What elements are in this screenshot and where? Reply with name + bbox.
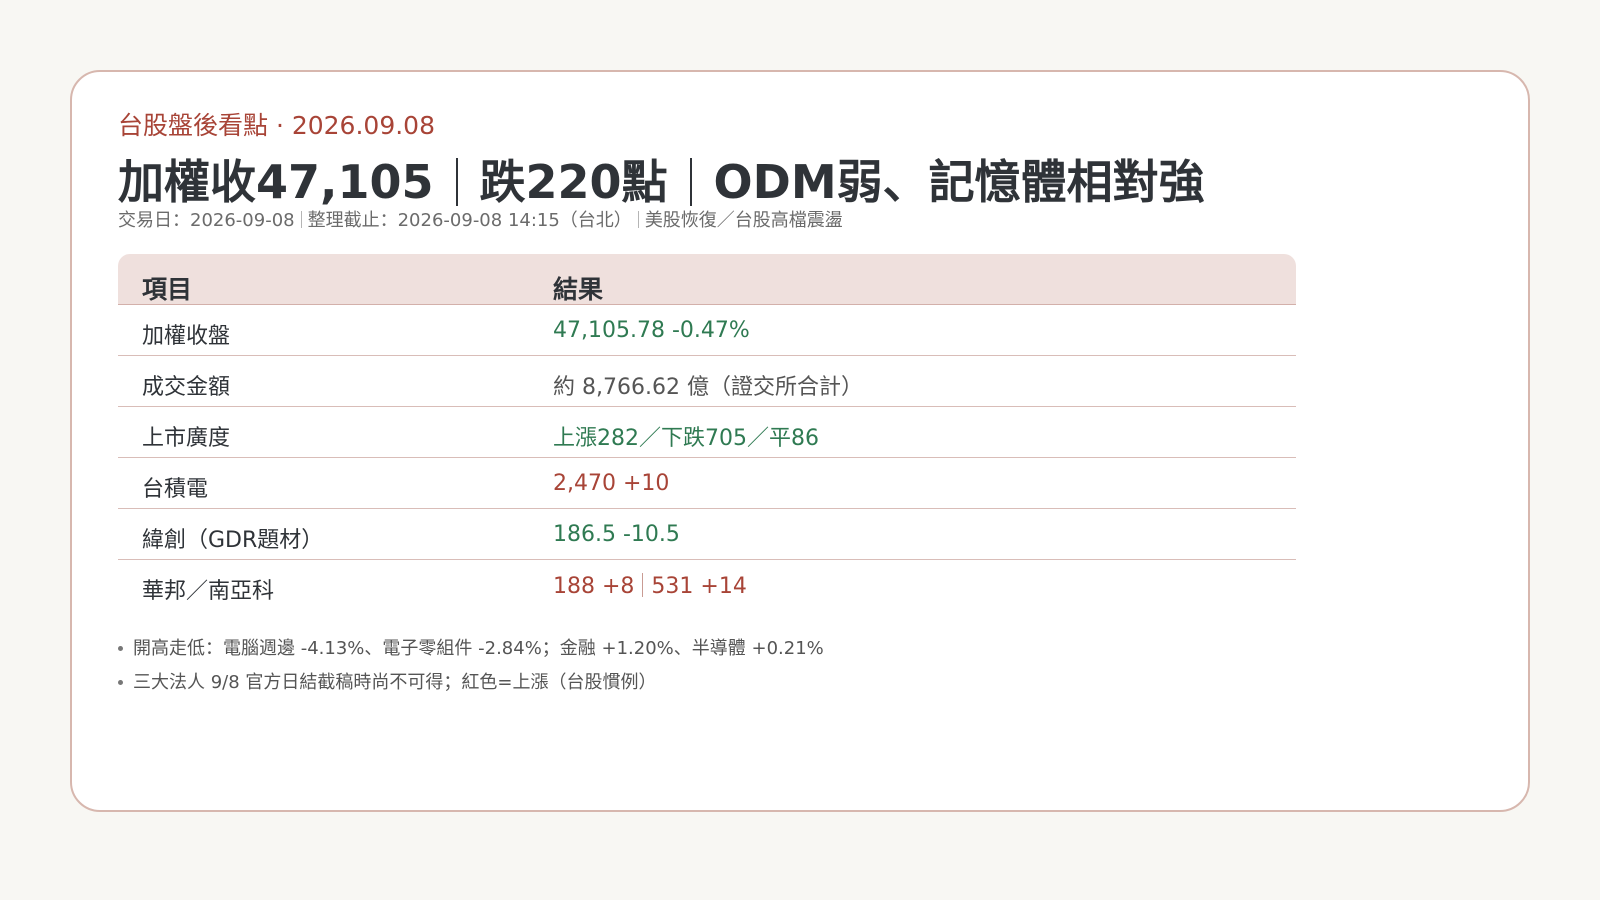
table-row: 上市廣度 上漲282／下跌705／平86 <box>118 407 1296 458</box>
meta-market-note: 美股恢復／台股高檔震盪 <box>644 210 843 231</box>
table-row: 加權收盤 47,105.78 -0.47% <box>118 305 1296 356</box>
column-header-result: 結果 <box>553 275 604 304</box>
results-table: 項目 結果 加權收盤 47,105.78 -0.47% 成交金額 約 8,766… <box>118 254 1296 610</box>
table-row: 緯創（GDR題材） 186.5 -10.5 <box>118 509 1296 560</box>
row-value-part: 188 +8 <box>553 574 635 599</box>
row-label: 台積電 <box>142 477 209 502</box>
note-item: 三大法人 9/8 官方日結截稿時尚不可得；紅色=上漲（台股慣例） <box>118 666 824 700</box>
meta-line: 交易日：2026-09-08 整理截止：2026-09-08 14:15（台北） 美… <box>118 206 843 232</box>
note-text: 開高走低：電腦週邊 -4.13%、電子零組件 -2.84%；金融 +1.20%、… <box>133 638 824 659</box>
bullet-icon <box>118 646 123 651</box>
row-value-part: 531 +14 <box>651 574 747 599</box>
row-label: 上市廣度 <box>142 426 231 451</box>
row-value: 上漲282／下跌705／平86 <box>553 426 819 451</box>
value-divider <box>642 573 644 597</box>
meta-cutoff-time: 整理截止：2026-09-08 14:15（台北） <box>307 210 632 231</box>
row-label: 華邦／南亞科 <box>142 579 275 604</box>
row-label: 緯創（GDR題材） <box>142 528 324 553</box>
headline-separator <box>455 158 458 206</box>
headline-theme: ODM弱、記憶體相對強 <box>713 155 1205 209</box>
meta-divider <box>300 211 302 228</box>
summary-card: 台股盤後看點 · 2026.09.08 加權收47,105 跌220點 ODM弱、記… <box>70 70 1530 812</box>
headline-index-close: 加權收47,105 <box>118 155 434 209</box>
note-item: 開高走低：電腦週邊 -4.13%、電子零組件 -2.84%；金融 +1.20%、… <box>118 632 824 666</box>
row-value: 188 +8 531 +14 <box>553 573 747 599</box>
meta-divider <box>637 211 639 228</box>
table-row: 華邦／南亞科 188 +8 531 +14 <box>118 560 1296 610</box>
row-value: 47,105.78 -0.47% <box>553 318 750 343</box>
row-value: 186.5 -10.5 <box>553 522 680 547</box>
table-header: 項目 結果 <box>118 254 1296 305</box>
headline-separator <box>689 158 692 206</box>
row-value: 約 8,766.62 億（證交所合計） <box>553 375 863 400</box>
table-row: 成交金額 約 8,766.62 億（證交所合計） <box>118 356 1296 407</box>
note-text: 三大法人 9/8 官方日結截稿時尚不可得；紅色=上漲（台股慣例） <box>133 672 657 693</box>
notes-list: 開高走低：電腦週邊 -4.13%、電子零組件 -2.84%；金融 +1.20%、… <box>118 632 824 700</box>
row-label: 成交金額 <box>142 375 231 400</box>
bullet-icon <box>118 680 123 685</box>
eyebrow-title: 台股盤後看點 · 2026.09.08 <box>118 111 435 140</box>
table-row: 台積電 2,470 +10 <box>118 458 1296 509</box>
headline-point-change: 跌220點 <box>479 155 668 209</box>
row-label: 加權收盤 <box>142 324 231 349</box>
row-value: 2,470 +10 <box>553 471 670 496</box>
headline: 加權收47,105 跌220點 ODM弱、記憶體相對強 <box>118 146 1205 212</box>
column-header-item: 項目 <box>142 275 193 304</box>
meta-trade-date: 交易日：2026-09-08 <box>118 210 295 231</box>
